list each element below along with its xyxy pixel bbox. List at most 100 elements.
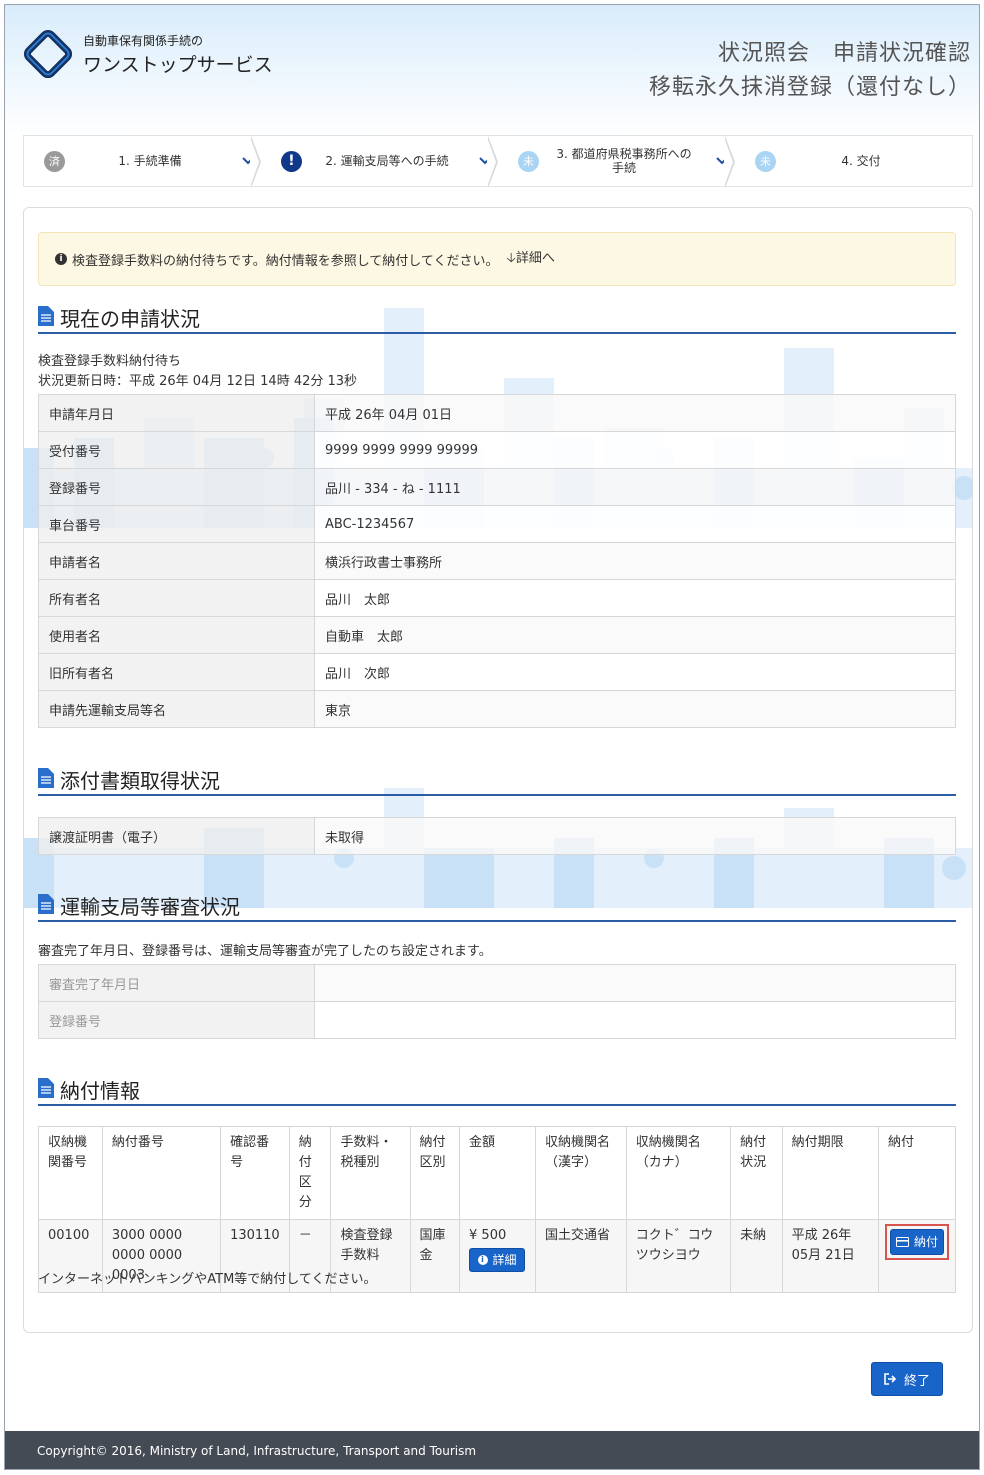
row-value: 自動車 太郎 [314, 616, 956, 654]
section-title-text: 納付情報 [60, 1078, 140, 1103]
column-header: 納付区分 [288, 1126, 332, 1220]
progress-steps: 済 1. 手続準備 ! 2. 運輸支局等への手続 未 3. 都道府県税事務所への… [23, 135, 973, 188]
document-icon [38, 1078, 54, 1098]
table-row: 車台番号 ABC-1234567 [38, 505, 956, 543]
agency-name-kanji: 国土交通省 [535, 1219, 627, 1293]
page-title-line1: 状況照会 申請状況確認 [717, 41, 971, 66]
payment-footer-note: インターネットバンキングやATM等で納付してください。 [38, 1272, 377, 1287]
column-header: 金額 [459, 1126, 536, 1220]
column-header: 手数料・税種別 [330, 1126, 411, 1220]
table-row: 申請年月日 平成 26年 04月 01日 [38, 394, 956, 432]
exit-icon [884, 1373, 897, 1385]
row-key: 申請者名 [38, 542, 315, 580]
step-label: 3. 都道府県税事務所への手続 [556, 147, 692, 175]
step-done-badge: 済 [44, 150, 65, 172]
review-note: 審査完了年月日、登録番号は、運輸支局等審査が完了したのち設定されます。 [38, 944, 492, 959]
payment-pending-alert: i 検査登録手数料の納付待ちです。納付情報を参照して納付してください。 🡣詳細へ [38, 232, 956, 286]
section-title-attachments: 添付書類取得状況 [38, 764, 956, 796]
row-key: 登録番号 [38, 468, 315, 506]
detail-button-label: 詳細 [492, 1253, 517, 1267]
agency-name-kana: コクト゛コウツウシヨウ [625, 1219, 732, 1293]
attachment-status-table: 譲渡証明書（電子） 未取得 [38, 817, 956, 855]
step-label: 4. 交付 [841, 154, 881, 168]
row-key: 譲渡証明書（電子） [38, 817, 315, 855]
detail-button[interactable]: i 詳細 [469, 1248, 526, 1272]
row-key: 申請年月日 [38, 394, 315, 432]
row-value: 品川 - 334 - ね - 1111 [314, 468, 956, 506]
section-title-text: 現在の申請状況 [60, 306, 200, 331]
column-header: 収納機関名（漢字） [535, 1126, 627, 1220]
document-icon [38, 768, 54, 788]
column-header: 納付状況 [730, 1126, 783, 1220]
step-4[interactable]: 未 4. 交付 [724, 136, 972, 188]
pay-button-label: 納付 [913, 1235, 938, 1249]
row-value: ABC-1234567 [314, 505, 956, 543]
info-icon: i [55, 253, 67, 265]
column-header: 納付 [878, 1126, 956, 1220]
payment-deadline: 平成 26年 05月 21日 [781, 1219, 880, 1293]
status-text: 検査登録手数料納付待ち [38, 354, 182, 369]
step-current-badge: ! [281, 150, 302, 172]
row-key: 審査完了年月日 [38, 964, 315, 1002]
section-title-text: 添付書類取得状況 [60, 768, 220, 793]
table-row: 申請先運輸支局等名 東京 [38, 690, 956, 728]
row-value: 横浜行政書士事務所 [314, 542, 956, 580]
logo-title: ワンストップサービス [83, 53, 273, 76]
credit-card-icon [895, 1237, 909, 1247]
step-1[interactable]: 済 1. 手続準備 [24, 136, 261, 186]
step-label: 2. 運輸支局等への手続 [325, 154, 449, 168]
step-2[interactable]: ! 2. 運輸支局等への手続 [250, 136, 498, 188]
pay-button-highlight: 納付 [885, 1224, 949, 1260]
pay-button[interactable]: 納付 [890, 1229, 944, 1255]
step-todo-badge: 未 [755, 150, 776, 172]
arrow-down-icon: 🡣 [506, 251, 516, 266]
main-card: i 検査登録手数料の納付待ちです。納付情報を参照して納付してください。 🡣詳細へ… [23, 207, 973, 1333]
column-header: 納付区別 [409, 1126, 461, 1220]
row-value [314, 1001, 956, 1039]
row-key: 登録番号 [38, 1001, 315, 1039]
copyright: Copyright© 2016, Ministry of Land, Infra… [37, 1444, 477, 1458]
column-header: 確認番号 [220, 1126, 290, 1220]
step-3[interactable]: 未 3. 都道府県税事務所への手続 [487, 136, 735, 188]
detail-link-label: 詳細へ [515, 251, 555, 266]
row-key: 申請先運輸支局等名 [38, 690, 315, 728]
end-button[interactable]: 終了 [871, 1362, 943, 1396]
column-header: 納付期限 [781, 1126, 880, 1220]
page-title-line2: 移転永久抹消登録（還付なし） [648, 75, 971, 100]
row-key: 旧所有者名 [38, 653, 315, 691]
row-value: 東京 [314, 690, 956, 728]
row-value: 品川 次郎 [314, 653, 956, 691]
page-frame: 自動車保有関係手続の ワンストップサービス 状況照会 申請状況確認 移転永久抹消… [4, 4, 980, 1470]
updated-time: 状況更新日時：平成 26年 04月 12日 14時 42分 13秒 [38, 374, 358, 389]
row-value: 未取得 [314, 817, 956, 855]
table-row: 譲渡証明書（電子） 未取得 [38, 817, 956, 855]
detail-link[interactable]: 🡣詳細へ [507, 247, 555, 271]
logo-diamond-icon [21, 27, 75, 81]
application-status-table: 申請年月日 平成 26年 04月 01日 受付番号 9999 9999 9999 9… [38, 394, 956, 728]
table-row: 受付番号 9999 9999 9999 99999 [38, 431, 956, 469]
table-row: 登録番号 品川 - 334 - ね - 1111 [38, 468, 956, 506]
table-header-row: 収納機関番号 納付番号 確認番号 納付区分 手数料・税種別 納付区別 金額 収納… [38, 1126, 956, 1220]
end-button-label: 終了 [903, 1373, 930, 1389]
column-header: 収納機関名（カナ） [625, 1126, 732, 1220]
row-value: 9999 9999 9999 99999 [314, 431, 956, 469]
service-logo[interactable]: 自動車保有関係手続の ワンストップサービス [21, 27, 273, 81]
table-row: 申請者名 横浜行政書士事務所 [38, 542, 956, 580]
table-row: 所有者名 品川 太郎 [38, 579, 956, 617]
amount-cell: ¥ 500 i 詳細 [459, 1219, 536, 1293]
document-icon [38, 306, 54, 326]
info-icon: i [477, 1255, 488, 1265]
row-key: 車台番号 [38, 505, 315, 543]
table-row: 旧所有者名 品川 次郎 [38, 653, 956, 691]
payment-status: 未納 [730, 1219, 783, 1293]
row-key: 受付番号 [38, 431, 315, 469]
alert-message: 検査登録手数料の納付待ちです。納付情報を参照して納付してください。 [72, 253, 499, 269]
document-icon [38, 894, 54, 914]
page-title: 状況照会 申請状況確認 移転永久抹消登録（還付なし） [649, 35, 971, 101]
footer: Copyright© 2016, Ministry of Land, Infra… [5, 1431, 979, 1469]
section-title-status: 現在の申請状況 [38, 302, 956, 334]
row-value: 平成 26年 04月 01日 [314, 394, 956, 432]
row-value: 品川 太郎 [314, 579, 956, 617]
section-title-payment: 納付情報 [38, 1074, 956, 1106]
row-value [314, 964, 956, 1002]
